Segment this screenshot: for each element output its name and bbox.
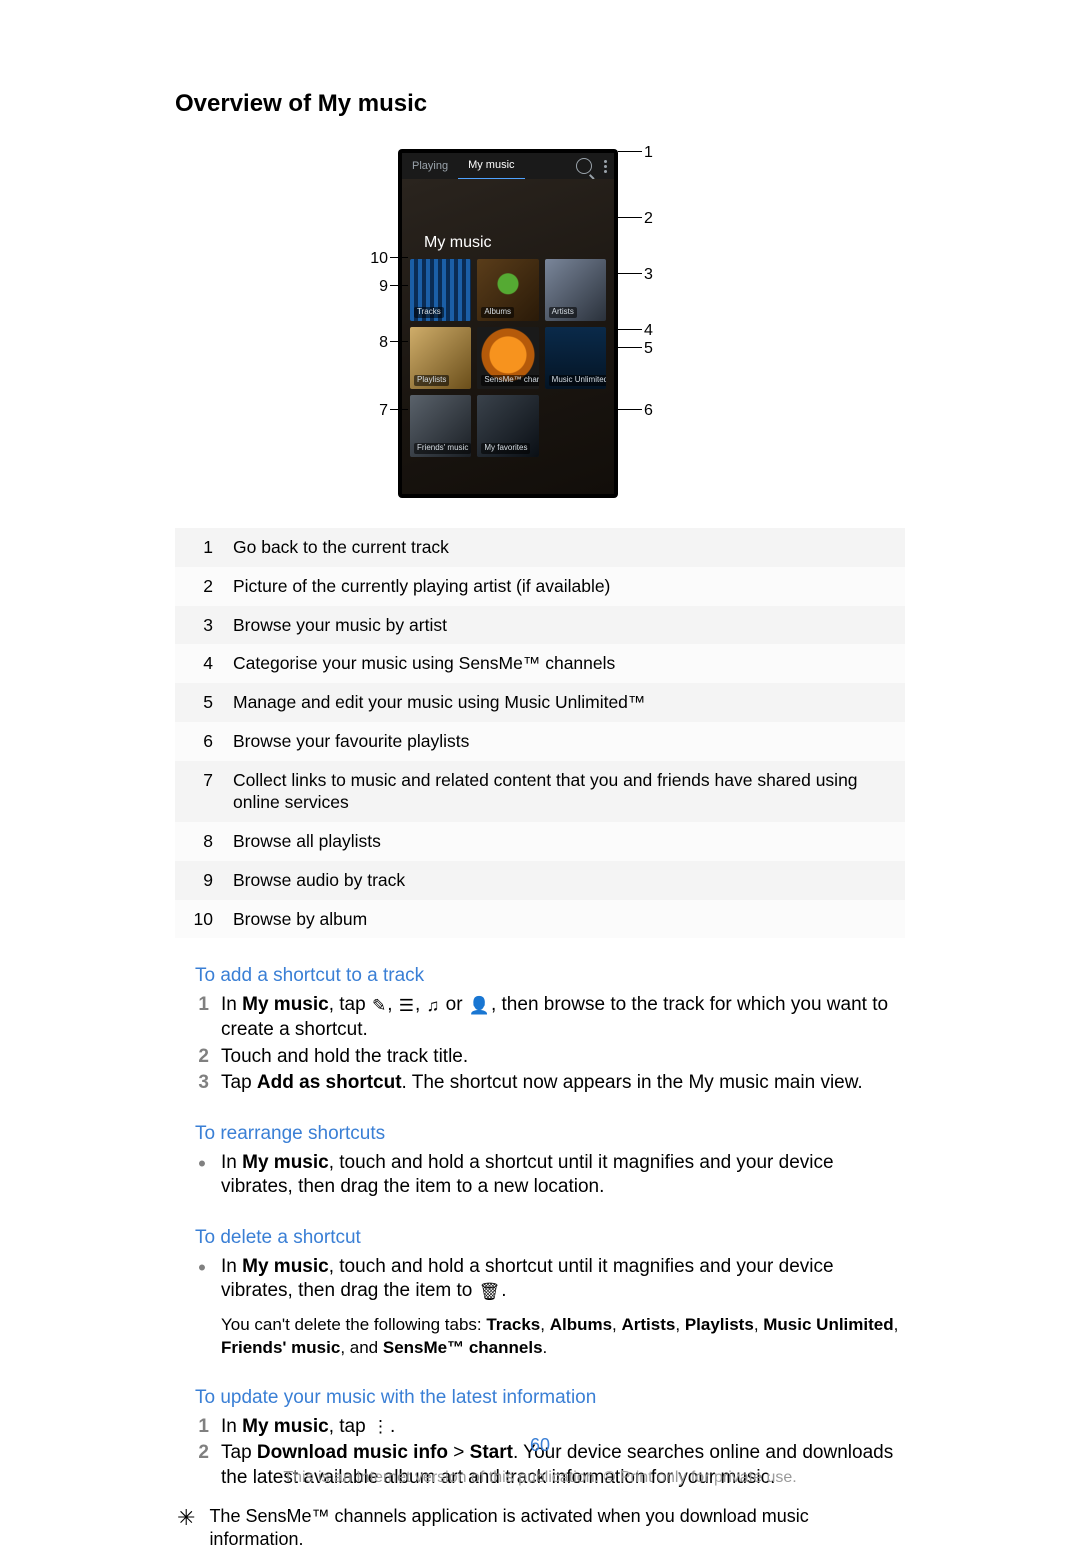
phone-body: My music Tracks Albums Artists Playlists… — [402, 179, 614, 494]
step-rearrange: In My music, touch and hold a shortcut u… — [221, 1151, 905, 1200]
phone-mock: Playing My music My music Tracks Albums … — [398, 149, 618, 498]
tile-favorites: My favorites — [477, 395, 538, 457]
playlist-icon: ☰ — [398, 997, 415, 1014]
footer-text: This is an Internet version of this publ… — [0, 1468, 1080, 1489]
phone-tab-playing: Playing — [402, 153, 458, 179]
callout-1: 1 — [644, 143, 653, 164]
subhead-add-shortcut: To add a shortcut to a track — [195, 964, 905, 989]
legend-text: Browse by album — [223, 900, 905, 939]
menu-icon: ⋮ — [371, 1418, 390, 1435]
tile-sensme: SensMe™ channels — [477, 327, 538, 389]
step-add-2: Touch and hold the track title. — [221, 1045, 905, 1070]
legend-row: 7Collect links to music and related cont… — [175, 761, 905, 823]
track-icon: ♫ — [426, 997, 441, 1014]
step-add-3: Tap Add as shortcut. The shortcut now ap… — [221, 1071, 905, 1096]
legend-row: 6Browse your favourite playlists — [175, 722, 905, 761]
legend-text: Categorise your music using SensMe™ chan… — [223, 644, 905, 683]
legend-text: Collect links to music and related conte… — [223, 761, 905, 823]
steps-rearrange: • In My music, touch and hold a shortcut… — [175, 1151, 905, 1200]
subhead-delete: To delete a shortcut — [195, 1226, 905, 1251]
tile-music-unlimited: Music Unlimited — [545, 327, 606, 389]
page-number: 60 — [0, 1434, 1080, 1457]
legend-row: 5Manage and edit your music using Music … — [175, 683, 905, 722]
tile-artists: Artists — [545, 259, 606, 321]
legend-num: 1 — [175, 528, 223, 567]
tip-icon: ✳ — [177, 1505, 195, 1551]
section-title: Overview of My music — [175, 88, 905, 119]
legend-table: 1Go back to the current track2Picture of… — [175, 528, 905, 938]
legend-row: 10Browse by album — [175, 900, 905, 939]
step-delete: In My music, touch and hold a shortcut u… — [221, 1255, 905, 1304]
callout-5: 5 — [644, 339, 653, 360]
legend-row: 4Categorise your music using SensMe™ cha… — [175, 644, 905, 683]
phone-heading: My music — [424, 233, 492, 254]
tip-text: The SensMe™ channels application is acti… — [209, 1505, 905, 1551]
figure-wrap: Playing My music My music Tracks Albums … — [175, 149, 905, 498]
legend-num: 5 — [175, 683, 223, 722]
legend-num: 3 — [175, 606, 223, 645]
tile-playlists: Playlists — [410, 327, 471, 389]
callout-3: 3 — [644, 265, 653, 286]
legend-num: 4 — [175, 644, 223, 683]
note-delete: You can't delete the following tabs: Tra… — [221, 1314, 905, 1360]
callout-10: 10 — [362, 249, 388, 270]
subhead-update: To update your music with the latest inf… — [195, 1386, 905, 1411]
callout-8: 8 — [368, 333, 388, 354]
legend-num: 7 — [175, 761, 223, 823]
trash-icon: 🗑 — [478, 1283, 502, 1300]
legend-text: Manage and edit your music using Music U… — [223, 683, 905, 722]
callout-9: 9 — [368, 277, 388, 298]
tip-row: ✳ The SensMe™ channels application is ac… — [175, 1505, 905, 1551]
phone-tab-mymusic: My music — [458, 152, 524, 180]
legend-text: Go back to the current track — [223, 528, 905, 567]
tile-albums: Albums — [477, 259, 538, 321]
phone-tabbar: Playing My music — [402, 153, 614, 179]
legend-row: 3Browse your music by artist — [175, 606, 905, 645]
legend-num: 6 — [175, 722, 223, 761]
phone-tiles: Tracks Albums Artists Playlists SensMe™ … — [410, 259, 606, 457]
tile-friends: Friends' music — [410, 395, 471, 457]
page: Overview of My music Playing My music My… — [0, 0, 1080, 1527]
steps-delete: • In My music, touch and hold a shortcut… — [175, 1255, 905, 1304]
legend-row: 1Go back to the current track — [175, 528, 905, 567]
legend-text: Browse your favourite playlists — [223, 722, 905, 761]
overflow-icon — [604, 160, 608, 173]
legend-row: 8Browse all playlists — [175, 822, 905, 861]
legend-num: 9 — [175, 861, 223, 900]
legend-text: Browse audio by track — [223, 861, 905, 900]
tile-tracks: Tracks — [410, 259, 471, 321]
figure: Playing My music My music Tracks Albums … — [398, 149, 682, 498]
search-icon — [576, 158, 592, 174]
subhead-rearrange: To rearrange shortcuts — [195, 1122, 905, 1147]
legend-num: 2 — [175, 567, 223, 606]
person-icon: 👤 — [468, 997, 491, 1014]
legend-text: Picture of the currently playing artist … — [223, 567, 905, 606]
legend-row: 2Picture of the currently playing artist… — [175, 567, 905, 606]
legend-text: Browse your music by artist — [223, 606, 905, 645]
callout-7: 7 — [368, 401, 388, 422]
artist-icon: ✎ — [371, 997, 387, 1014]
legend-num: 8 — [175, 822, 223, 861]
steps-add-shortcut: 1 In My music, tap ✎, ☰, ♫ or 👤, then br… — [175, 993, 905, 1096]
step-add-1: In My music, tap ✎, ☰, ♫ or 👤, then brow… — [221, 993, 905, 1042]
legend-num: 10 — [175, 900, 223, 939]
callout-6: 6 — [644, 401, 653, 422]
legend-row: 9Browse audio by track — [175, 861, 905, 900]
legend-text: Browse all playlists — [223, 822, 905, 861]
callout-2: 2 — [644, 209, 653, 230]
